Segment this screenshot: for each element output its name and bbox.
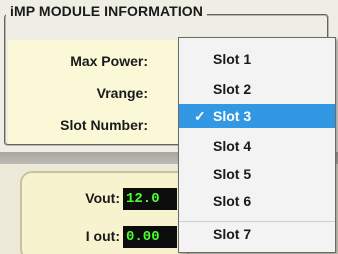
iout-readout: 0.00 [123, 226, 177, 248]
vrange-label: Vrange: [96, 85, 148, 101]
slot-option-2[interactable]: Slot 2 [179, 77, 335, 101]
slot-option-3[interactable]: ✓ Slot 3 [179, 104, 335, 128]
vout-meter: Vout: 12.0 [0, 188, 180, 210]
module-info-title: iMP MODULE INFORMATION [6, 3, 208, 19]
max-power-label: Max Power: [70, 53, 148, 69]
slot-number-label: Slot Number: [60, 117, 148, 133]
checkmark-icon: ✓ [194, 108, 206, 124]
iout-meter: I out: 0.00 [0, 226, 180, 248]
vout-readout: 12.0 [123, 188, 177, 210]
iout-label: I out: [85, 228, 120, 244]
slot-option-5[interactable]: Slot 5 [179, 162, 335, 186]
slot-option-6[interactable]: Slot 6 [179, 189, 335, 213]
slot-option-7[interactable]: Slot 7 [179, 222, 335, 246]
slot-option-1[interactable]: Slot 1 [179, 47, 335, 71]
slot-option-4[interactable]: Slot 4 [179, 134, 335, 158]
vout-label: Vout: [85, 190, 120, 206]
slot-number-dropdown-list[interactable]: Slot 1 Slot 2 ✓ Slot 3 Slot 4 Slot 5 Slo… [178, 37, 336, 253]
